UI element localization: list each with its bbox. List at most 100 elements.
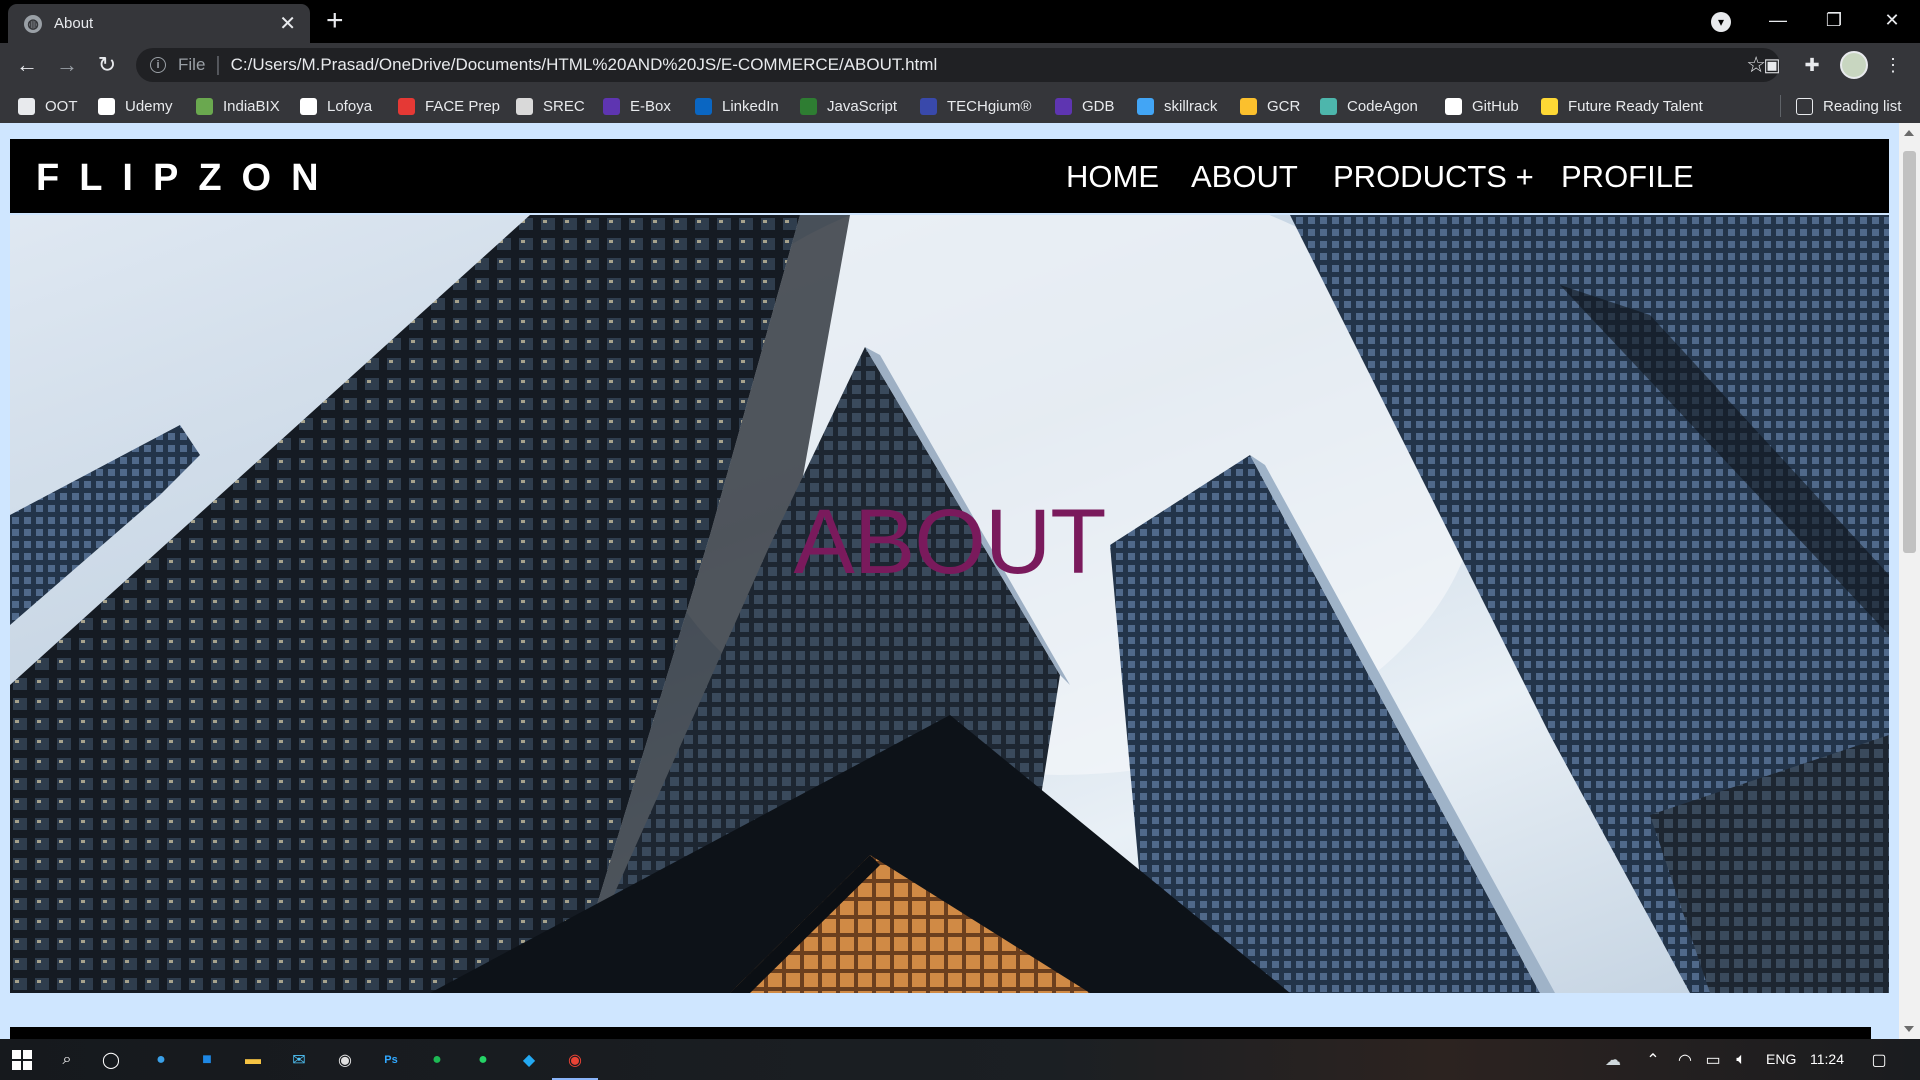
weather-icon[interactable]: ☁ [1600,1047,1626,1073]
bookmark-label: OOT [45,97,78,115]
cortana-icon[interactable]: ◯ [98,1047,124,1073]
bookmark-codeagon[interactable]: CodeAgon [1320,95,1418,117]
bookmark-udemy[interactable]: Udemy [98,95,173,117]
media-player-icon[interactable]: ◉ [332,1047,358,1073]
classroom-icon [1240,97,1257,115]
windows-start-icon[interactable] [9,1047,35,1073]
bookmark-javascript[interactable]: JavaScript [800,95,897,117]
reading-list-button[interactable]: Reading list [1796,95,1901,117]
url-separator: | [215,53,221,76]
reload-icon[interactable]: ↻ [93,51,121,79]
url-scheme: File [178,55,206,74]
browser-tab-active[interactable]: ◍ About ✕ [8,4,310,43]
bookmark-indiabix[interactable]: IndiaBIX [196,95,280,117]
skyscrapers-image [10,215,1889,993]
tab-search-icon[interactable]: ▾ [1711,12,1731,32]
scrollbar-thumb[interactable] [1903,151,1916,553]
nav-products[interactable]: PRODUCTS + [1333,159,1534,195]
udemy-icon [98,97,115,115]
restore-icon[interactable]: ❐ [1806,0,1862,40]
bookmark-label: FACE Prep [425,97,501,115]
bookmark-gcr[interactable]: GCR [1240,95,1300,117]
minimize-icon[interactable]: — [1750,0,1806,40]
bookmark-oot[interactable]: OOT [18,95,78,117]
whatsapp-icon[interactable]: ● [470,1047,496,1073]
scroll-down-icon[interactable] [1904,1026,1914,1032]
page-footer-bar [10,1027,1871,1039]
bookmark-label: Lofoya [327,97,373,115]
bookmark-linkedin[interactable]: LinkedIn [695,95,779,117]
bookmark-label: TECHgium® [947,97,1032,115]
scroll-up-icon[interactable] [1904,130,1914,136]
vscode-icon[interactable]: ◆ [516,1047,542,1073]
bookmark-label: CodeAgon [1347,97,1418,115]
future-ready-icon [1541,97,1558,115]
notifications-icon[interactable]: ▢ [1866,1047,1892,1073]
search-icon[interactable]: ⌕ [54,1047,80,1073]
bookmark-label: GCR [1267,97,1301,115]
globe-icon [18,97,35,115]
chrome-icon[interactable]: ◉ [552,1047,598,1080]
bookmarks-divider [1780,95,1781,117]
bookmark-face-prep[interactable]: FACE Prep [398,95,500,117]
skillrack-icon [1137,97,1154,115]
back-icon[interactable]: ← [13,51,41,79]
bookmark-label: GDB [1082,97,1115,115]
forward-icon[interactable]: → [53,51,81,79]
codeagon-icon [1320,97,1337,115]
reading-list-icon [1796,97,1813,115]
bookmark-techgium[interactable]: TECHgium® [920,95,1031,117]
bookmark-label: GitHub [1472,97,1519,115]
url-text[interactable]: C:/Users/M.Prasad/OneDrive/Documents/HTM… [231,55,938,75]
bookmark-lofoya[interactable]: Lofoya [300,95,372,117]
wifi-icon[interactable]: ◠ [1672,1047,1698,1073]
vertical-scrollbar[interactable] [1899,123,1920,1039]
battery-icon[interactable]: ▭ [1700,1047,1726,1073]
globe-icon: ◍ [24,14,42,33]
bookmark-future-ready-talent[interactable]: Future Ready Talent [1541,95,1703,117]
faceprep-icon [398,97,415,115]
file-explorer-icon[interactable]: ▬ [240,1047,266,1073]
lofoya-icon [300,97,317,115]
tray-chevron-icon[interactable]: ⌃ [1640,1047,1666,1073]
info-icon[interactable]: i [150,57,166,73]
nav-home[interactable]: HOME [1066,159,1159,195]
bookmark-srec[interactable]: SREC [516,95,585,117]
bookmark-label: E-Box [630,97,671,115]
spotify-icon[interactable]: ● [424,1047,450,1073]
photoshop-icon[interactable]: Ps [378,1047,404,1073]
bookmark-label: skillrack [1164,97,1218,115]
volume-icon[interactable]: 🔈︎ [1728,1047,1754,1073]
bookmark-e-box[interactable]: E-Box [603,95,671,117]
hero-title: ABOUT [793,491,1107,593]
mail-icon[interactable]: ✉ [286,1047,312,1073]
gdb-icon [1055,97,1072,115]
srec-icon [516,97,533,115]
new-tab-button[interactable]: + [326,6,344,36]
window-close-icon[interactable]: ✕ [1864,0,1920,40]
bookmark-label: IndiaBIX [223,97,280,115]
edge-icon[interactable]: ● [148,1047,174,1073]
language-indicator[interactable]: ENG [1766,1051,1796,1067]
bookmark-gdb[interactable]: GDB [1055,95,1115,117]
tab-strip: ◍ About ✕ + ▾ — ❐ ✕ [0,0,1920,43]
menu-kebab-icon[interactable]: ⋮ [1882,54,1904,76]
page-viewport: FLIPZON HOME ABOUT PRODUCTS + PROFILE AB… [0,123,1920,1039]
nav-about[interactable]: ABOUT [1191,159,1298,195]
extension-icon[interactable]: ▣ [1761,54,1783,76]
windows-taskbar: ⌕ ◯ ● ■ ▬ ✉ ◉ Ps ● ● ◆ ◉ ☁ ⌃ ◠ ▭ 🔈︎ ENG … [0,1039,1920,1080]
bookmark-label: JavaScript [827,97,898,115]
site-logo[interactable]: FLIPZON [36,157,339,200]
bookmark-skillrack[interactable]: skillrack [1137,95,1217,117]
github-icon [1445,97,1462,115]
bookmark-github[interactable]: GitHub [1445,95,1519,117]
bookmark-label: SREC [543,97,585,115]
store-icon[interactable]: ■ [194,1047,220,1073]
address-bar[interactable]: i File | C:/Users/M.Prasad/OneDrive/Docu… [136,48,1780,82]
nav-profile[interactable]: PROFILE [1561,159,1694,195]
puzzle-extensions-icon[interactable]: ✚ [1801,54,1823,76]
close-tab-icon[interactable]: ✕ [279,14,296,34]
clock[interactable]: 11:24 [1810,1051,1844,1067]
techgium-icon [920,97,937,115]
profile-avatar[interactable] [1840,51,1868,79]
